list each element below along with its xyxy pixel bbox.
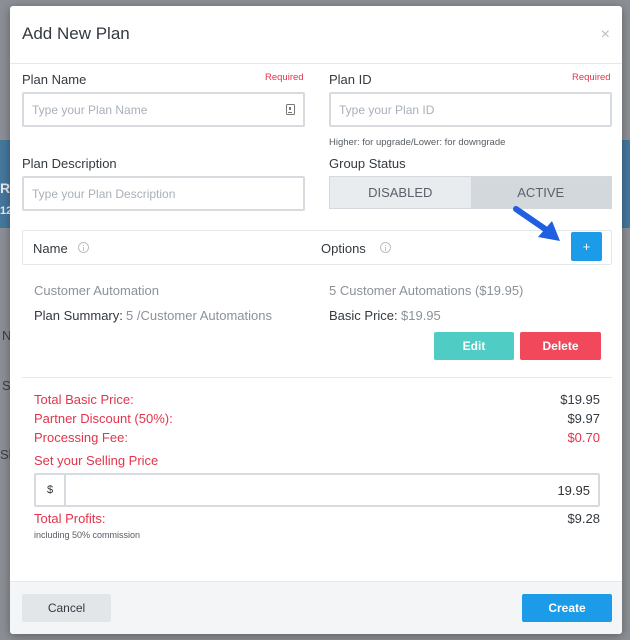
partner-discount-label: Partner Discount (50%): <box>34 411 173 426</box>
plan-id-input[interactable] <box>329 92 612 127</box>
info-icon <box>78 242 89 253</box>
add-plan-modal: Add New Plan × Plan Name Required Plan I… <box>10 6 622 634</box>
info-icon <box>380 242 391 253</box>
option-detail: 5 Customer Automations ($19.95) <box>329 283 524 298</box>
contact-card-icon <box>286 104 295 115</box>
group-status-toggle: DISABLED ACTIVE <box>329 176 612 209</box>
processing-fee-label: Processing Fee: <box>34 430 128 445</box>
commission-note: including 50% commission <box>34 530 141 540</box>
create-button[interactable]: Create <box>522 594 612 622</box>
add-option-button[interactable]: + <box>571 232 602 261</box>
selling-price-field: $ <box>34 473 600 507</box>
modal-header: Add New Plan × <box>10 6 622 64</box>
total-profits-label: Total Profits: <box>34 511 106 526</box>
total-profits-value: $9.28 <box>567 511 600 526</box>
option-name: Customer Automation <box>34 283 160 298</box>
selling-price-label: Set your Selling Price <box>34 453 159 468</box>
delete-button[interactable]: Delete <box>520 332 601 360</box>
plan-id-hint: Higher: for upgrade/Lower: for downgrade <box>329 137 506 148</box>
options-column-header: Options <box>321 241 366 256</box>
currency-prefix: $ <box>36 475 66 505</box>
name-column-header: Name <box>33 241 68 256</box>
total-basic-price-value: $19.95 <box>560 392 600 407</box>
plan-summary-value: 5 /Customer Automations <box>126 308 272 323</box>
selling-price-input[interactable] <box>66 475 598 505</box>
close-icon[interactable]: × <box>601 26 610 44</box>
partner-discount-value: $9.97 <box>567 411 600 426</box>
group-status-label: Group Status <box>329 156 406 171</box>
plan-name-input[interactable] <box>22 92 305 127</box>
plan-description-input[interactable] <box>22 176 305 211</box>
plan-summary-label: Plan Summary: <box>34 308 123 323</box>
divider <box>22 377 612 378</box>
arrow-annotation-icon <box>513 206 560 241</box>
modal-title: Add New Plan <box>22 24 130 43</box>
basic-price-label: Basic Price: <box>329 308 398 323</box>
plan-id-label: Plan ID <box>329 72 372 87</box>
plan-name-label: Plan Name <box>22 72 87 87</box>
edit-button[interactable]: Edit <box>434 332 514 360</box>
processing-fee-value: $0.70 <box>567 430 600 445</box>
cancel-button[interactable]: Cancel <box>22 594 111 622</box>
basic-price-value: $19.95 <box>401 308 441 323</box>
plan-name-required: Required <box>265 72 304 83</box>
total-basic-price-label: Total Basic Price: <box>34 392 134 407</box>
plan-id-required: Required <box>572 72 611 83</box>
status-disabled-option[interactable]: DISABLED <box>330 177 471 208</box>
plan-description-label: Plan Description <box>22 156 117 171</box>
